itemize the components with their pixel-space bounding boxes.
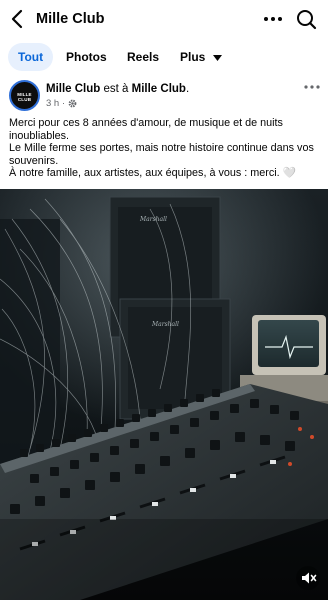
tab-photos[interactable]: Photos (66, 43, 107, 71)
post-text-line: Merci pour ces 8 années d'amour, de musi… (9, 117, 283, 142)
post-text: Merci pour ces 8 années d'amour, de musi… (9, 117, 325, 180)
avatar-logo-text: MILLE CLUB (17, 92, 32, 102)
location-name[interactable]: Mille Club (132, 83, 186, 95)
mixing-console-illustration: Marshall Marshall (0, 189, 328, 600)
post-image[interactable]: Marshall Marshall (0, 189, 328, 600)
amp-brand-label: Marshall (151, 321, 179, 328)
mute-button[interactable] (296, 566, 320, 590)
tab-plus-label: Plus (180, 50, 206, 64)
author-name[interactable]: Mille Club (46, 83, 100, 95)
more-options-icon[interactable] (262, 8, 284, 30)
post-time[interactable]: 3 h (46, 98, 59, 109)
post-text-line: À notre famille, aux artistes, aux équip… (9, 167, 297, 179)
chevron-down-icon (212, 54, 222, 61)
tab-reels[interactable]: Reels (127, 43, 159, 71)
connector-text: est à (100, 83, 132, 95)
avatar[interactable]: MILLE CLUB (9, 80, 40, 111)
search-icon[interactable] (295, 8, 317, 30)
speaker-muted-icon (302, 572, 317, 584)
top-bar: Mille Club (0, 0, 328, 38)
settings-gear-icon (68, 99, 77, 108)
meta-separator: · (61, 98, 66, 109)
back-arrow-icon[interactable] (8, 8, 28, 30)
post-meta: 3 h · (46, 98, 77, 109)
tab-tout[interactable]: Tout (8, 43, 54, 71)
post-text-line: Le Mille ferme ses portes, mais notre hi… (9, 142, 314, 167)
author-line: Mille Club est à Mille Club. (46, 83, 190, 95)
filter-tabs: Tout Photos Reels Plus (0, 43, 328, 71)
post-more-icon[interactable] (303, 82, 321, 92)
page-title: Mille Club (36, 11, 105, 27)
amp-brand-label: Marshall (139, 216, 167, 223)
tab-plus[interactable]: Plus (180, 43, 222, 71)
post-header: MILLE CLUB Mille Club est à Mille Club. … (0, 78, 328, 114)
